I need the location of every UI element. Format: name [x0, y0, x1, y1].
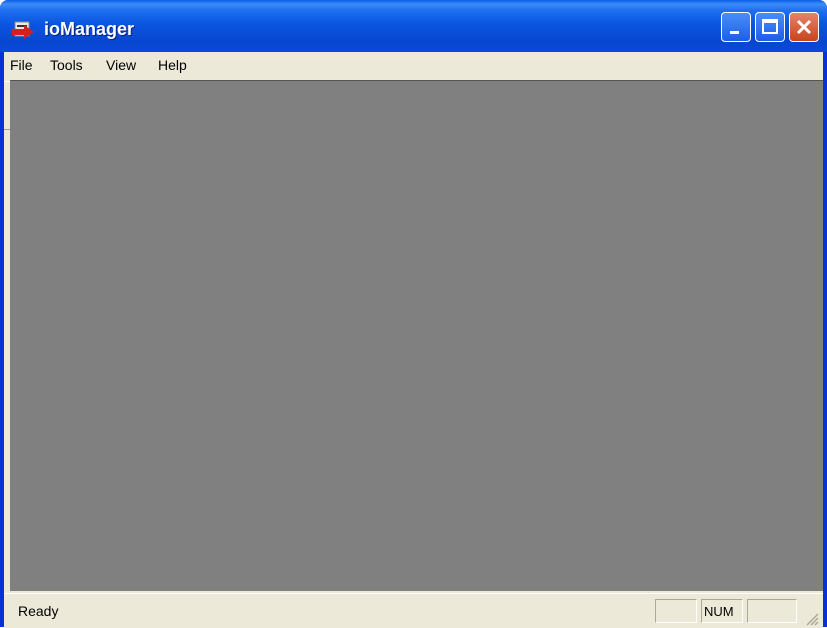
window-title: ioManager: [44, 19, 135, 39]
menu-view[interactable]: View: [106, 57, 136, 73]
maximize-icon: [762, 19, 778, 34]
status-pane-caps: [655, 599, 697, 623]
status-text: Ready: [18, 603, 59, 619]
menu-tools[interactable]: Tools: [50, 57, 83, 73]
menu-file[interactable]: File: [10, 57, 33, 73]
title-bar[interactable]: ioManager: [0, 0, 827, 52]
status-pane-num: NUM: [701, 599, 743, 623]
status-bar: Ready NUM: [4, 593, 823, 628]
app-window: ioManager File Tools View Help Ready NUM: [0, 0, 827, 628]
close-button[interactable]: [789, 12, 819, 42]
mdi-workspace[interactable]: [10, 80, 823, 591]
resize-grip-icon[interactable]: [805, 612, 819, 626]
minimize-button[interactable]: [721, 12, 751, 42]
maximize-button[interactable]: [755, 12, 785, 42]
close-icon: [796, 19, 812, 35]
minimize-icon: [730, 31, 739, 34]
menu-bar: File Tools View Help: [4, 52, 823, 80]
status-pane-scroll: [747, 599, 797, 623]
app-icon: [12, 21, 34, 39]
menu-help[interactable]: Help: [158, 57, 187, 73]
